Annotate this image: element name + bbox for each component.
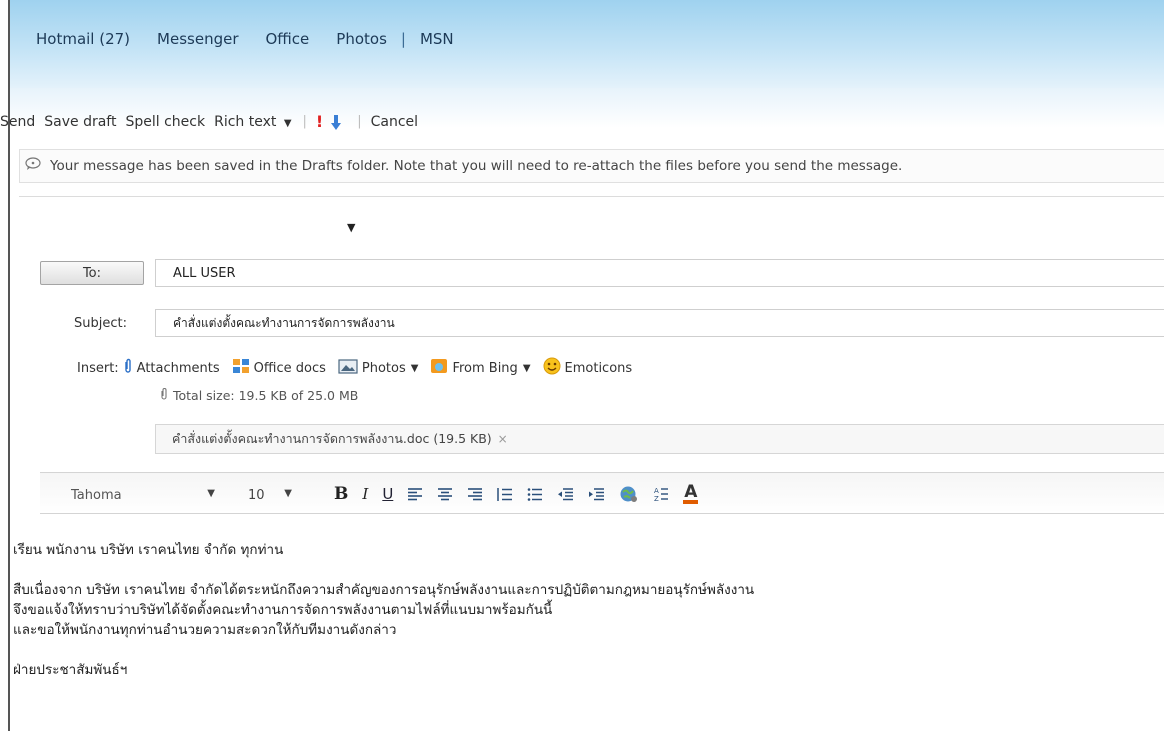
attachment-chip: คำสั่งแต่งตั้งคณะทำงานการจัดการพลังงาน.d… — [155, 424, 1164, 454]
formatting-toolbar: Tahoma ▼ 10 ▼ B I U AZ A — [40, 472, 1164, 514]
bullet-list-icon[interactable] — [527, 487, 543, 502]
insert-label: Insert: — [77, 360, 119, 376]
nav-photos[interactable]: Photos — [336, 30, 387, 48]
font-color-icon[interactable]: A — [683, 484, 699, 504]
svg-text:A: A — [654, 487, 659, 495]
subject-label: Subject: — [74, 316, 127, 331]
compose-top-border — [19, 196, 1164, 197]
font-size-select[interactable]: 10 ▼ — [240, 484, 296, 506]
nav-office[interactable]: Office — [266, 30, 310, 48]
insert-photos-label: Photos — [361, 360, 406, 376]
nav-msn[interactable]: MSN — [420, 30, 454, 48]
insert-office-docs-label: Office docs — [253, 360, 326, 376]
notice-text: Your message has been saved in the Draft… — [50, 158, 903, 174]
top-navigation-bar: Hotmail (27) Messenger Office Photos | M… — [10, 0, 1164, 88]
photos-icon — [338, 358, 362, 378]
insert-office-docs-button[interactable]: Office docs — [232, 358, 326, 378]
align-right-icon[interactable] — [467, 487, 483, 501]
insert-from-bing-button[interactable]: From Bing ▼ — [430, 358, 531, 378]
highlight-icon[interactable]: AZ — [653, 486, 669, 503]
indent-icon[interactable] — [588, 487, 605, 502]
nav-separator: | — [400, 30, 406, 48]
rich-text-label: Rich text — [214, 113, 277, 130]
chevron-down-icon: ▼ — [410, 362, 419, 374]
outdent-icon[interactable] — [557, 487, 574, 502]
align-left-icon[interactable] — [407, 487, 423, 501]
bold-button[interactable]: B — [334, 484, 348, 504]
top-nav: Hotmail (27) Messenger Office Photos | M… — [36, 30, 481, 48]
chevron-down-icon: ▼ — [522, 362, 531, 374]
compose-toolbar: Send Save draft Spell check Rich text ▼ … — [0, 112, 427, 131]
emoticon-icon — [543, 357, 565, 379]
info-bubble-icon — [25, 157, 41, 175]
hyperlink-icon[interactable] — [619, 485, 639, 503]
low-importance-icon[interactable] — [331, 115, 342, 130]
drafts-notice-bar: Your message has been saved in the Draft… — [19, 149, 1164, 183]
italic-button[interactable]: I — [362, 485, 368, 503]
nav-hotmail[interactable]: Hotmail (27) — [36, 30, 130, 48]
cancel-button[interactable]: Cancel — [371, 114, 418, 130]
insert-from-bing-label: From Bing — [452, 360, 518, 376]
message-signature: ฝ่ายประชาสัมพันธ์ฯ — [13, 662, 128, 678]
message-line-1: สืบเนื่องจาก บริษัท เราคนไทย จำกัดได้ตระ… — [13, 582, 755, 598]
insert-emoticons-label: Emoticons — [564, 360, 633, 376]
numbered-list-icon[interactable] — [497, 487, 513, 502]
paperclip-small-icon — [160, 388, 168, 403]
nav-messenger[interactable]: Messenger — [157, 30, 238, 48]
send-button[interactable]: Send — [0, 114, 35, 130]
insert-photos-button[interactable]: Photos ▼ — [338, 358, 419, 378]
underline-button[interactable]: U — [382, 485, 393, 503]
font-family-value: Tahoma — [71, 487, 122, 503]
insert-attachments-label: Attachments — [136, 360, 220, 376]
message-line-2: จึงขอแจ้งให้ทราบว่าบริษัทได้จัดตั้งคณะทำ… — [13, 602, 553, 618]
chevron-down-icon: ▼ — [284, 488, 292, 499]
chevron-down-icon: ▼ — [207, 488, 215, 499]
toolbar-separator-2: | — [357, 114, 362, 129]
message-body[interactable]: เรียน พนักงาน บริษัท เราคนไทย จำกัด ทุกท… — [13, 540, 754, 680]
insert-attachments-button[interactable]: Attachments — [123, 358, 220, 378]
message-line-3: และขอให้พนักงานทุกท่านอำนวยความสะดวกให้ก… — [13, 622, 397, 638]
total-size-info: Total size: 19.5 KB of 25.0 MB — [160, 388, 358, 403]
from-dropdown-icon[interactable]: ▼ — [347, 221, 355, 234]
total-size-text: Total size: 19.5 KB of 25.0 MB — [173, 388, 359, 403]
message-greeting: เรียน พนักงาน บริษัท เราคนไทย จำกัด ทุกท… — [13, 542, 284, 558]
insert-row: Insert: Attachments Office docs Photos ▼… — [77, 357, 644, 379]
save-draft-button[interactable]: Save draft — [44, 114, 116, 130]
to-button[interactable]: To: — [40, 261, 144, 285]
spell-check-button[interactable]: Spell check — [125, 114, 205, 130]
rich-text-button[interactable]: Rich text ▼ — [214, 114, 291, 130]
chevron-down-icon: ▼ — [283, 117, 292, 129]
font-size-value: 10 — [248, 487, 265, 503]
high-importance-icon[interactable]: ! — [316, 112, 323, 131]
bing-icon — [430, 358, 452, 378]
office-docs-icon — [232, 358, 254, 378]
format-buttons: B I U AZ A — [334, 479, 712, 509]
to-field[interactable]: ALL USER — [155, 259, 1164, 287]
align-center-icon[interactable] — [437, 487, 453, 501]
paperclip-icon — [123, 358, 137, 378]
remove-attachment-icon[interactable]: × — [498, 432, 508, 446]
subject-field[interactable]: คำสั่งแต่งตั้งคณะทำงานการจัดการพลังงาน — [155, 309, 1164, 337]
insert-emoticons-button[interactable]: Emoticons — [543, 357, 633, 379]
font-family-select[interactable]: Tahoma ▼ — [54, 484, 218, 506]
svg-text:Z: Z — [654, 495, 659, 503]
toolbar-separator: | — [302, 114, 307, 129]
attachment-name[interactable]: คำสั่งแต่งตั้งคณะทำงานการจัดการพลังงาน.d… — [172, 429, 492, 449]
